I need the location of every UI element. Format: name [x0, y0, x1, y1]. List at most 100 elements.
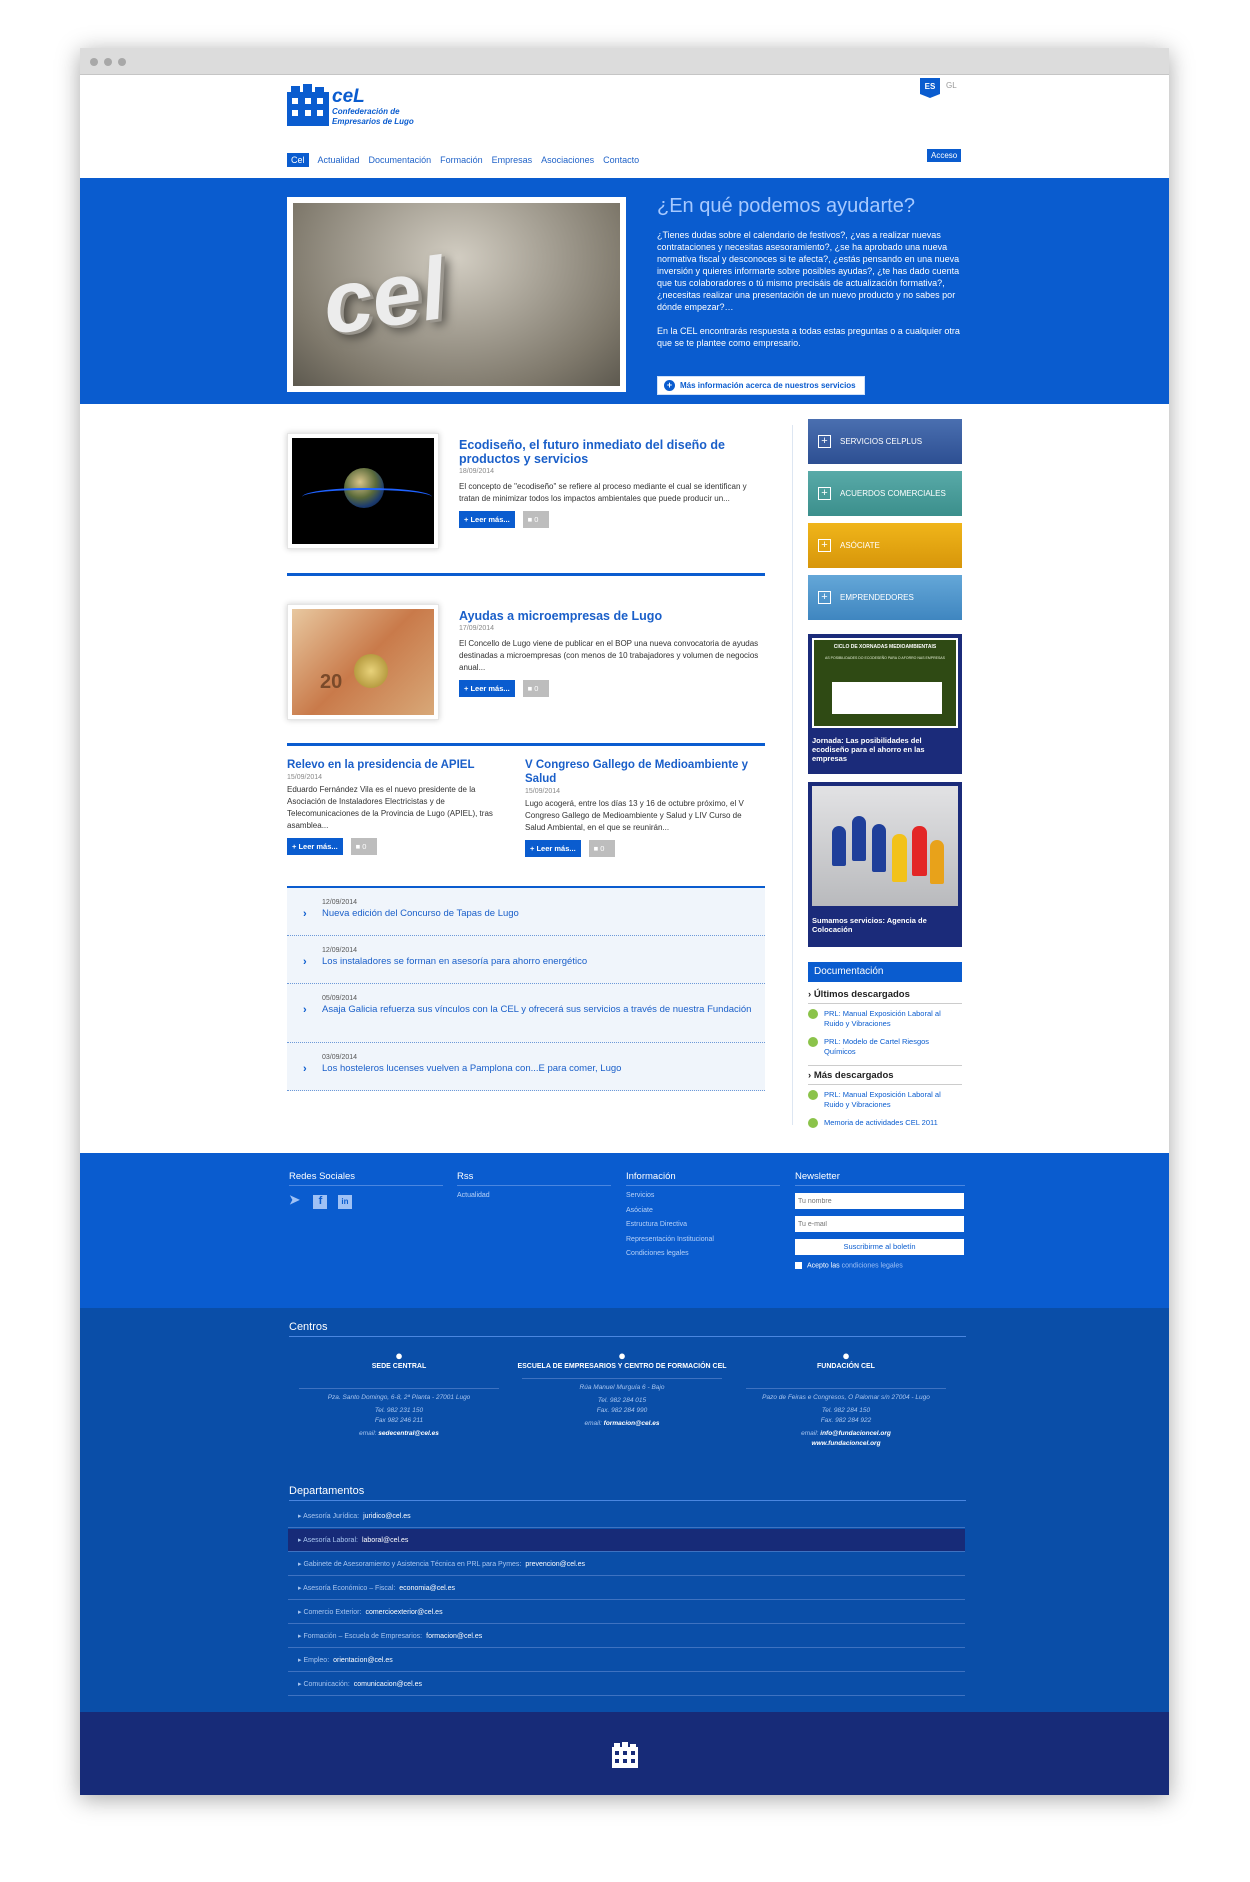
read-more-button[interactable]: + Leer más...: [459, 511, 515, 528]
check-icon: [808, 1090, 818, 1100]
news-thumbnail[interactable]: 20: [287, 604, 439, 720]
lang-es[interactable]: ES: [920, 78, 940, 98]
terms-link[interactable]: condiciones legales: [842, 1262, 903, 1269]
doc-link-label: PRL: Manual Exposición Laboral al Ruido …: [824, 1090, 941, 1109]
list-item[interactable]: › 03/09/2014 Los hosteleros lucenses vuelv…: [287, 1043, 765, 1091]
banknote-image: 20: [320, 671, 343, 693]
center-website[interactable]: www.fundacioncel.org: [736, 1439, 956, 1449]
footer-link[interactable]: Representación Institucional: [626, 1233, 780, 1248]
department-item[interactable]: ▸ Gabinete de Asesoramiento y Asistencia…: [288, 1553, 965, 1576]
department-label: Asesoría Económico – Fiscal:: [303, 1585, 396, 1592]
news-item: V Congreso Gallego de Medioambiente y Sa…: [525, 758, 750, 857]
doc-link[interactable]: Memoria de actividades CEL 2011: [808, 1110, 962, 1128]
sidebar-button-emprendedores[interactable]: + EMPRENDEDORES: [808, 575, 962, 620]
nav-item-contacto[interactable]: Contacto: [603, 155, 639, 165]
list-item[interactable]: › 12/09/2014 Nueva edición del Concurso de…: [287, 888, 765, 936]
news-title[interactable]: Ecodiseño, el futuro inmediato del diseñ…: [459, 438, 765, 466]
sidebar-button-celplus[interactable]: + SERVICIOS CELPLUS: [808, 419, 962, 464]
email-input[interactable]: [795, 1216, 964, 1232]
footer-link[interactable]: Asóciate: [626, 1204, 780, 1219]
news-thumbnail[interactable]: [287, 433, 439, 549]
subscribe-button[interactable]: Suscribirme al boletín: [795, 1239, 964, 1255]
department-item[interactable]: ▸ Asesoría Laboral: laboral@cel.es: [288, 1529, 965, 1552]
center-name: SEDE CENTRAL: [371, 1363, 427, 1370]
read-more-button[interactable]: + Leer más...: [525, 840, 581, 857]
terms-checkbox[interactable]: [795, 1262, 802, 1269]
footer-link[interactable]: Estructura Directiva: [626, 1218, 780, 1233]
nav-item-empresas[interactable]: Empresas: [492, 155, 533, 165]
comments-count: 0: [362, 842, 367, 851]
plus-icon: +: [818, 435, 831, 448]
news-excerpt: Lugo acogerá, entre los días 13 y 16 de …: [525, 799, 744, 832]
more-info-button[interactable]: + Más información acerca de nuestros serv…: [657, 376, 865, 395]
window-dot-icon[interactable]: [90, 58, 98, 66]
more-info-label: Más información acerca de nuestros servi…: [680, 381, 856, 390]
center-name: FUNDACIÓN CEL: [817, 1363, 875, 1370]
doc-link[interactable]: PRL: Manual Exposición Laboral al Ruido …: [808, 1085, 962, 1110]
center-fax: Fax. 982 284 922: [820, 1417, 872, 1424]
center-phone: Tel. 982 284 015: [597, 1397, 647, 1404]
news-title[interactable]: Relevo en la presidencia de APIEL: [287, 758, 512, 772]
news-title[interactable]: Ayudas a microempresas de Lugo: [459, 609, 765, 623]
banner-colocacion[interactable]: Sumamos servicios: Agencia de Colocación: [808, 782, 962, 947]
nav-item-formacion[interactable]: Formación: [440, 155, 483, 165]
lang-gl[interactable]: GL: [946, 81, 957, 90]
nav-item-actualidad[interactable]: Actualidad: [318, 155, 360, 165]
sidebar-button-asociate[interactable]: + ASÓCIATE: [808, 523, 962, 568]
list-item[interactable]: › 12/09/2014 Los instaladores se forman en…: [287, 936, 765, 984]
comments-button[interactable]: ■ 0: [522, 680, 549, 697]
center-phone: Tel. 982 284 150: [821, 1407, 871, 1414]
department-item[interactable]: ▸ Comercio Exterior: comercioexterior@cel…: [288, 1601, 965, 1624]
department-email: economia@cel.es: [399, 1585, 456, 1592]
comments-button[interactable]: ■ 0: [522, 511, 549, 528]
center-fax: Fax. 982 284 990: [596, 1407, 648, 1414]
footer-link[interactable]: Servicios: [626, 1189, 780, 1204]
browser-titlebar: [80, 48, 1169, 75]
departments-title: Departamentos: [289, 1485, 966, 1501]
newsletter-title: Newsletter: [795, 1171, 965, 1186]
center-email-link[interactable]: sedecentral@cel.es: [378, 1430, 439, 1437]
name-input[interactable]: [795, 1193, 964, 1209]
list-item-title: Asaja Galicia refuerza sus vínculos con …: [322, 1004, 752, 1015]
department-item[interactable]: ▸ Formación – Escuela de Empresarios: for…: [288, 1625, 965, 1648]
twitter-icon[interactable]: ➤: [289, 1192, 303, 1207]
documentation-title: Documentación: [808, 962, 962, 982]
center-email-link[interactable]: info@fundacioncel.org: [820, 1430, 891, 1437]
logo-subtitle: Confederación de Empresarios de Lugo: [332, 107, 414, 127]
cel-logo-footer-icon[interactable]: [612, 1742, 638, 1768]
center-email-link[interactable]: formacion@cel.es: [604, 1420, 660, 1427]
footer-link[interactable]: Condiciones legales: [626, 1247, 780, 1262]
linkedin-icon[interactable]: in: [337, 1195, 352, 1209]
login-button[interactable]: Acceso: [927, 149, 962, 162]
window-dot-icon[interactable]: [104, 58, 112, 66]
doc-link[interactable]: PRL: Manual Exposición Laboral al Ruido …: [808, 1004, 962, 1029]
bottom-bar: [80, 1712, 1169, 1795]
department-item[interactable]: ▸ Asesoría Económico – Fiscal: economia@c…: [288, 1577, 965, 1600]
center-fax: Fax 982 246 211: [374, 1417, 424, 1424]
sidebar-button-label: ACUERDOS COMERCIALES: [840, 489, 946, 498]
banner-ecodiseno[interactable]: CICLO DE XORNADAS MEDIOAMBIENTAIS AS POS…: [808, 634, 962, 774]
window-dot-icon[interactable]: [118, 58, 126, 66]
department-item[interactable]: ▸ Empleo: orientacion@cel.es: [288, 1649, 965, 1672]
news-title[interactable]: V Congreso Gallego de Medioambiente y Sa…: [525, 758, 750, 786]
rss-link[interactable]: Actualidad: [457, 1189, 611, 1204]
department-item[interactable]: ▸ Comunicación: comunicacion@cel.es: [288, 1673, 965, 1696]
comments-button[interactable]: ■ 0: [588, 840, 615, 857]
sidebar-button-acuerdos[interactable]: + ACUERDOS COMERCIALES: [808, 471, 962, 516]
nav-item-cel[interactable]: Cel: [287, 153, 309, 167]
read-more-button[interactable]: + Leer más...: [287, 838, 343, 855]
info-column: Información Servicios Asóciate Estructur…: [626, 1171, 780, 1262]
logo[interactable]: [287, 84, 329, 131]
nav-item-documentacion[interactable]: Documentación: [369, 155, 432, 165]
social-title: Redes Sociales: [289, 1171, 443, 1186]
department-item[interactable]: ▸ Asesoría Jurídica: juridico@cel.es: [288, 1505, 965, 1528]
hero-image-text: cel: [316, 237, 452, 354]
read-more-button[interactable]: + Leer más...: [459, 680, 515, 697]
nav-item-asociaciones[interactable]: Asociaciones: [541, 155, 594, 165]
facebook-icon[interactable]: f: [313, 1195, 328, 1209]
hero-title: ¿En qué podemos ayudarte?: [657, 195, 915, 217]
list-item[interactable]: › 05/09/2014 Asaja Galicia refuerza sus ví…: [287, 984, 765, 1043]
comments-button[interactable]: ■ 0: [350, 838, 377, 855]
doc-link[interactable]: PRL: Modelo de Cartel Riesgos Químicos: [808, 1029, 962, 1066]
center-email: email: formacion@cel.es: [512, 1419, 732, 1429]
